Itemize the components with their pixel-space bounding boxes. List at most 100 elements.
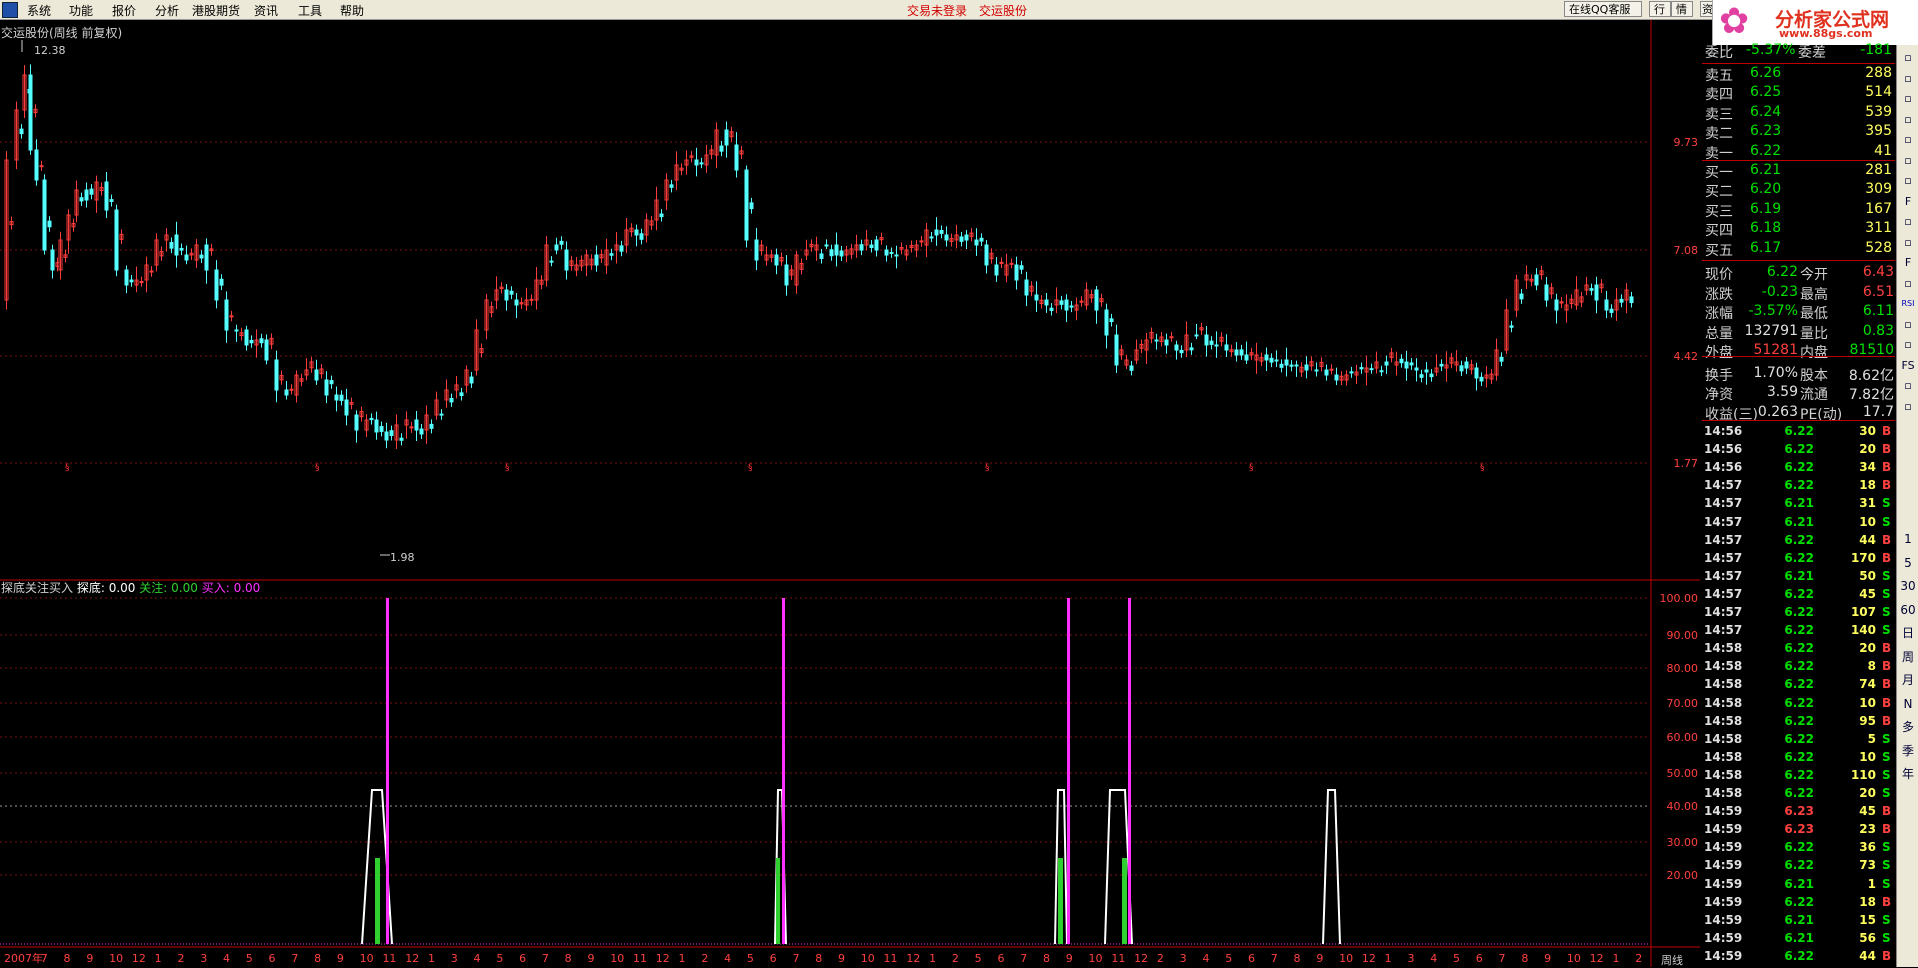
document-icon[interactable]: ▫ — [1899, 234, 1917, 252]
line-chart-icon[interactable]: ▫ — [1899, 131, 1917, 149]
period-button-周[interactable]: 周 — [1899, 648, 1917, 666]
candle-body — [1359, 367, 1364, 370]
rsi-icon[interactable]: RSI — [1899, 295, 1917, 313]
menu-help[interactable]: 帮助 — [340, 2, 364, 19]
tick-side: S — [1882, 731, 1891, 746]
trade-tick-row: 14:57 6.21 31 S — [1702, 494, 1895, 512]
tick-volume: 73 — [1859, 858, 1876, 873]
bid-label: 买一 — [1705, 165, 1733, 181]
tick-volume: 107 — [1850, 605, 1876, 619]
f10-icon[interactable]: F — [1899, 193, 1917, 211]
time-tick-label: 8 — [815, 952, 822, 965]
menu-tools[interactable]: 工具 — [298, 2, 322, 19]
tick-time: 14:59 — [1704, 804, 1743, 819]
time-tick-label: 1 — [929, 952, 936, 965]
candle-body — [1194, 334, 1199, 337]
image-icon[interactable]: ▫ — [1899, 377, 1917, 395]
login-status[interactable]: 交易未登录 — [907, 2, 967, 19]
trade-tick-row: 14:57 6.22 140 S — [1702, 621, 1895, 639]
candle-body — [564, 249, 569, 271]
panel-separator — [1702, 420, 1895, 421]
gear-icon[interactable]: ▫ — [1899, 398, 1917, 416]
low-price-label: 1.98 — [390, 551, 415, 564]
time-tick-label: 2 — [701, 952, 708, 965]
period-button-5[interactable]: 5 — [1899, 554, 1917, 572]
ask-label: 卖三 — [1705, 106, 1733, 123]
stat-label-2: 内盘 — [1800, 345, 1828, 361]
tick-side: B — [1882, 532, 1892, 547]
tick-volume: 170 — [1850, 550, 1876, 565]
candle-body — [894, 254, 899, 257]
candle-body — [659, 213, 664, 218]
tick-price: 6.22 — [1784, 948, 1814, 963]
time-tick-label: 3 — [451, 952, 458, 965]
menu-hk-futures[interactable]: 港股期货 — [192, 2, 240, 19]
tick-volume: 44 — [1859, 532, 1876, 547]
trade-tick-row: 14:57 6.22 18 B — [1702, 476, 1895, 494]
candle-body — [174, 234, 179, 256]
tick-volume: 30 — [1859, 424, 1876, 438]
time-tick-label: 9 — [1066, 952, 1073, 965]
trade-tick-row: 14:58 6.22 20 B — [1702, 639, 1895, 657]
time-tick-label: 5 — [975, 952, 982, 965]
period-button-60[interactable]: 60 — [1899, 601, 1917, 619]
ask-row: 卖四 6.25 514 — [1702, 84, 1895, 103]
candle-body — [389, 430, 394, 436]
period-button-1[interactable]: 1 — [1899, 530, 1917, 548]
grid-icon[interactable]: ▫ — [1899, 90, 1917, 108]
tick-time: 14:58 — [1704, 731, 1743, 746]
menu-function[interactable]: 功能 — [69, 2, 93, 19]
flower-logo-icon: ✿ — [1719, 1, 1750, 42]
stat-row: 净资 3.59 流通 7.82亿 — [1702, 384, 1895, 403]
trade-tick-row: 14:58 6.22 5 S — [1702, 730, 1895, 748]
chart-icon[interactable]: ▫ — [1899, 49, 1917, 67]
period-button-30[interactable]: 30 — [1899, 577, 1917, 595]
time-tick-label: 7 — [792, 952, 799, 965]
candle-body — [419, 428, 424, 435]
tandi-value: 0.00 — [108, 581, 136, 595]
window-icon[interactable]: ▫ — [1899, 213, 1917, 231]
candle-body — [1224, 344, 1229, 351]
table-icon[interactable]: ▫ — [1899, 111, 1917, 129]
f10-icon[interactable]: F — [1899, 254, 1917, 272]
list-icon[interactable]: ▫ — [1899, 172, 1917, 190]
menu-analysis[interactable]: 分析 — [155, 2, 179, 19]
down-arrow-icon[interactable]: ▫ — [1899, 70, 1917, 88]
candle-body — [449, 398, 454, 403]
hang-button[interactable]: 行 — [1649, 1, 1671, 17]
fs-icon[interactable]: FS — [1899, 357, 1917, 375]
candle-body — [1044, 299, 1049, 306]
time-tick-label: 1 — [1385, 952, 1392, 965]
clock-icon[interactable]: ▫ — [1899, 336, 1917, 354]
candle-body — [609, 253, 614, 256]
period-button-N[interactable]: N — [1899, 695, 1917, 713]
draw-icon[interactable]: ▫ — [1899, 275, 1917, 293]
bar-chart-icon[interactable]: ▫ — [1899, 152, 1917, 170]
period-button-多[interactable]: 多 — [1899, 718, 1917, 736]
tick-time: 14:58 — [1704, 749, 1743, 764]
candle-body — [249, 339, 254, 344]
menu-info[interactable]: 资讯 — [254, 2, 278, 19]
menu-quote[interactable]: 报价 — [112, 2, 136, 19]
tick-price: 6.22 — [1784, 550, 1814, 565]
watch-signal-bar — [1058, 858, 1063, 944]
qing-button[interactable]: 情 — [1671, 1, 1693, 17]
period-button-月[interactable]: 月 — [1899, 671, 1917, 689]
period-button-日[interactable]: 日 — [1899, 624, 1917, 642]
tick-time: 14:59 — [1704, 858, 1743, 873]
candle-body — [1174, 344, 1179, 351]
period-button-年[interactable]: 年 — [1899, 765, 1917, 783]
menu-system[interactable]: 系统 — [27, 2, 51, 19]
pen-icon[interactable]: ▫ — [1899, 316, 1917, 334]
time-tick-label: 4 — [223, 952, 230, 965]
split-marker: § — [65, 463, 70, 473]
tick-volume: 56 — [1859, 930, 1876, 945]
candle-body — [1479, 376, 1484, 382]
period-button-季[interactable]: 季 — [1899, 742, 1917, 760]
chart-canvas[interactable]: 9.737.084.421.77§ § § § § § §100.0090.0080.007… — [0, 20, 1700, 967]
app-icon[interactable] — [2, 2, 18, 18]
tick-time: 14:57 — [1704, 586, 1743, 601]
candle-body — [229, 315, 234, 318]
qq-support-button[interactable]: 在线QQ客服 — [1564, 1, 1642, 17]
stat-value: -3.57% — [1748, 303, 1798, 319]
